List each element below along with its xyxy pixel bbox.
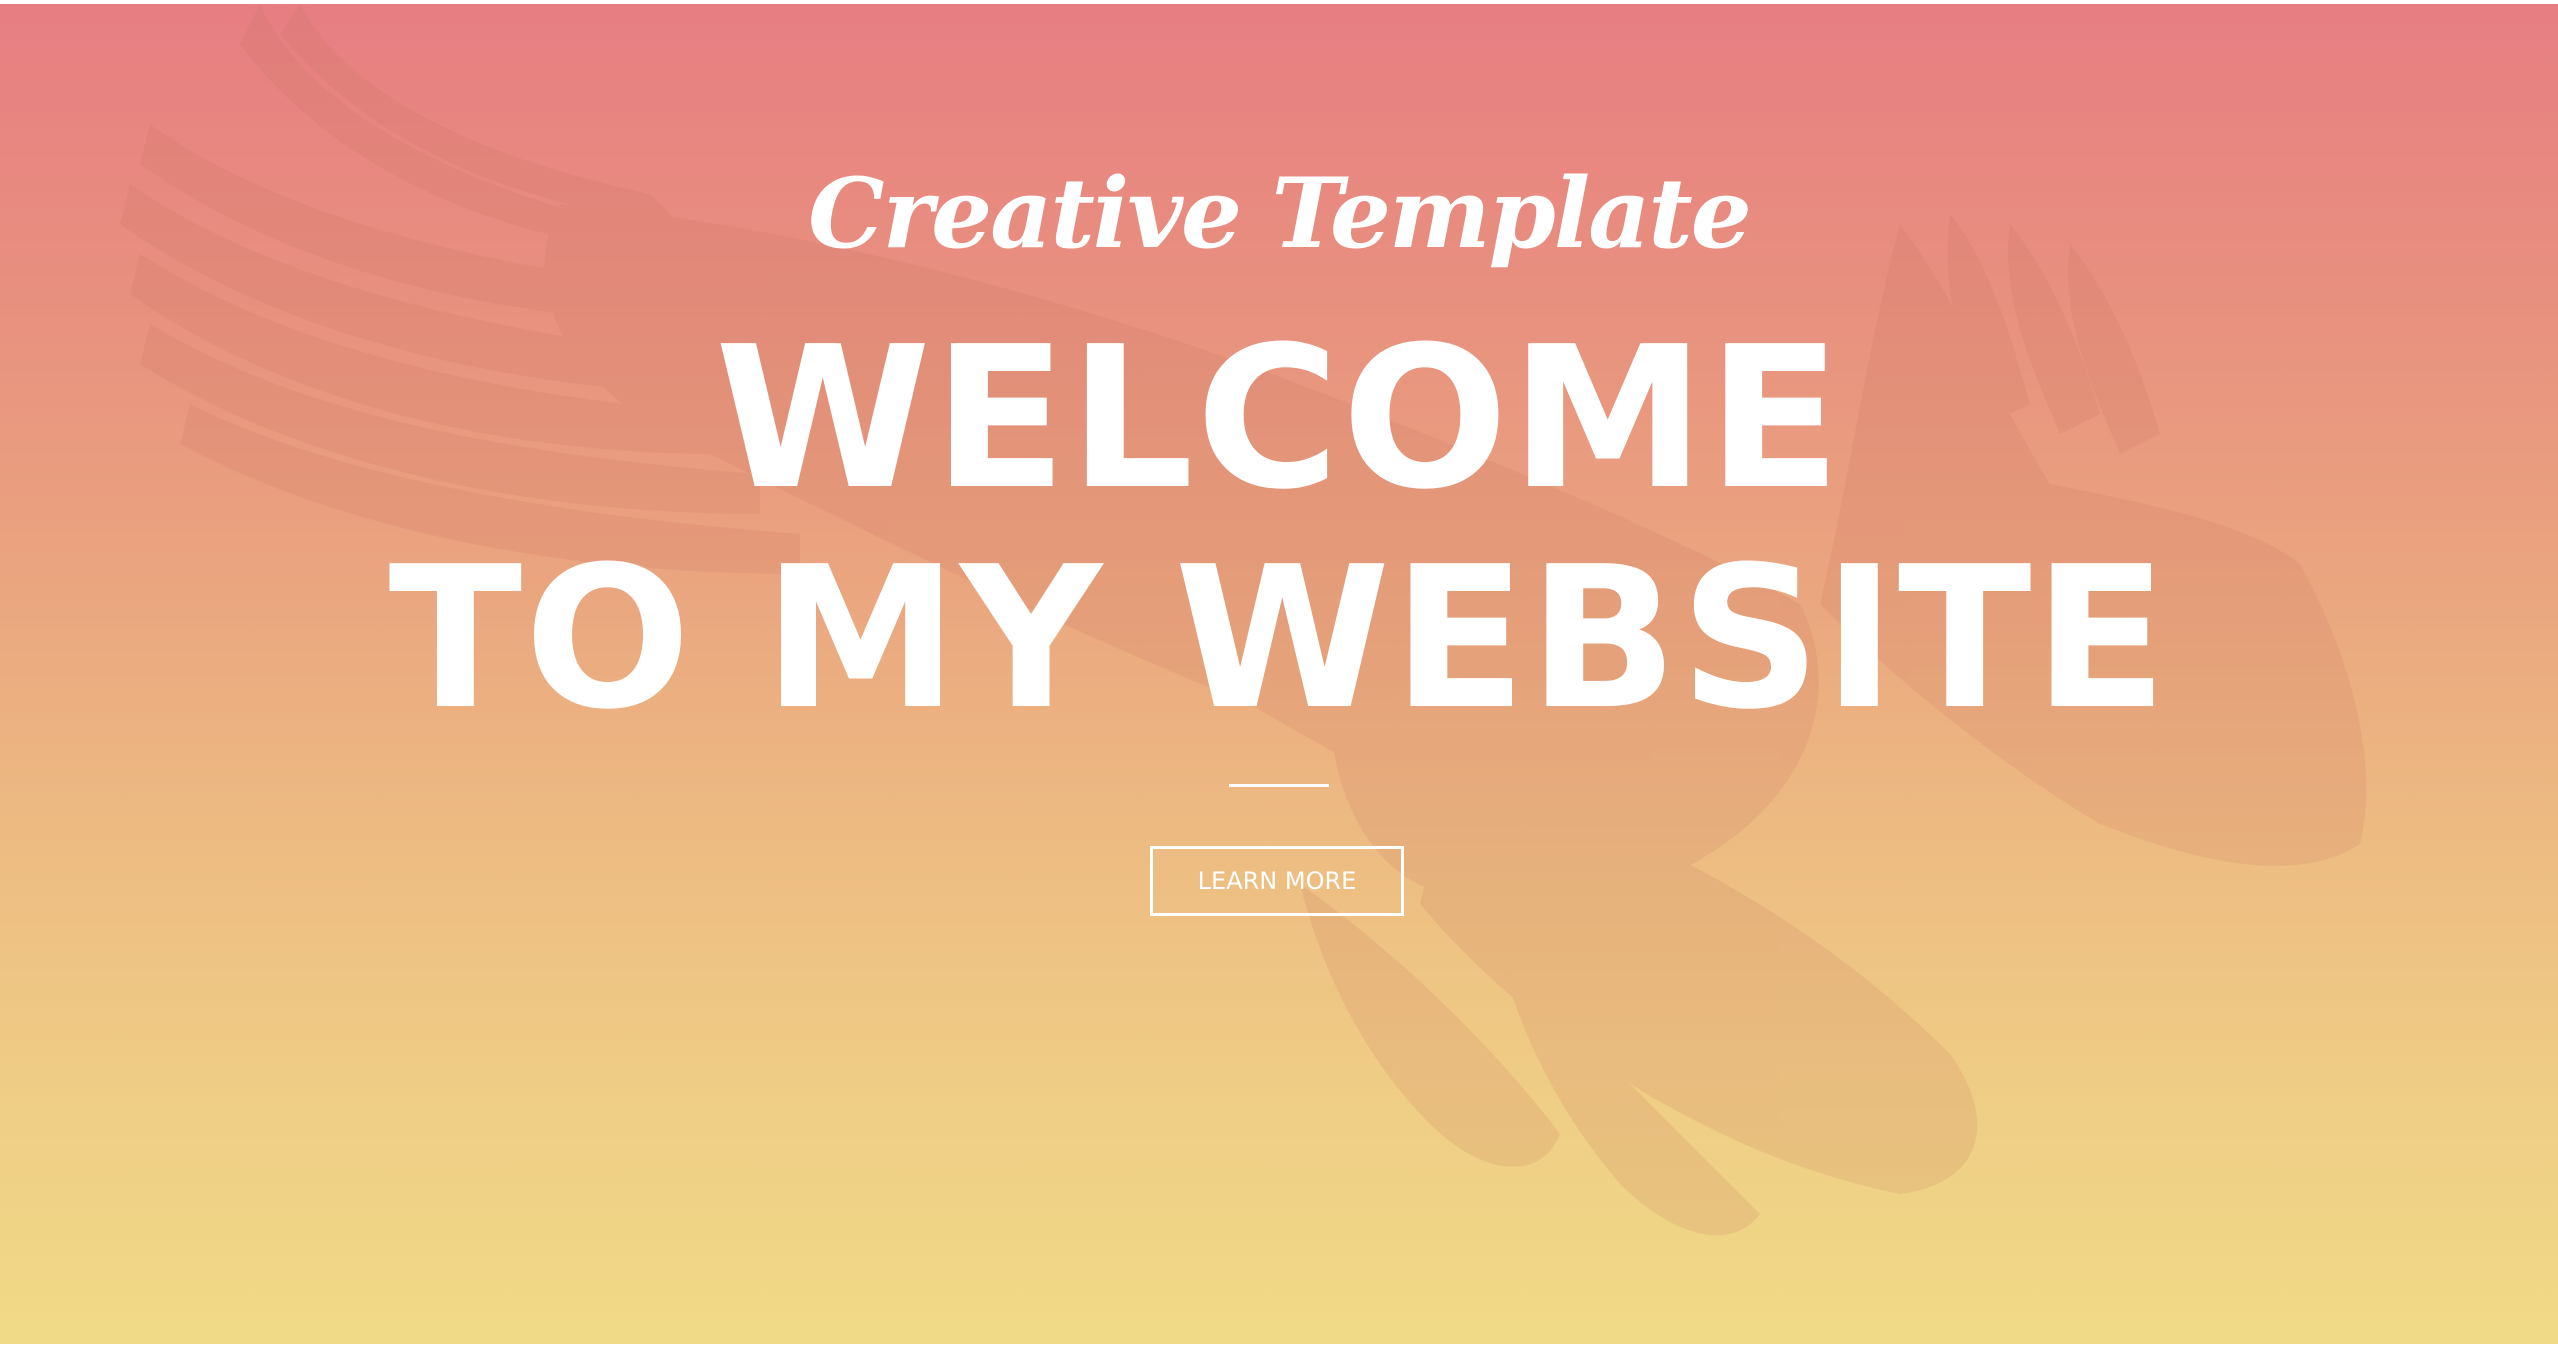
tagline: Creative Template — [808, 157, 1752, 270]
headline-line-2: TO MY WEBSITE — [388, 525, 2170, 753]
hero-section: Creative Template WELCOME TO MY WEBSITE … — [0, 4, 2558, 1344]
learn-more-button[interactable]: LEARN MORE — [1150, 846, 1404, 916]
headline-line-1: WELCOME — [714, 305, 1844, 533]
divider-line — [1229, 784, 1329, 787]
